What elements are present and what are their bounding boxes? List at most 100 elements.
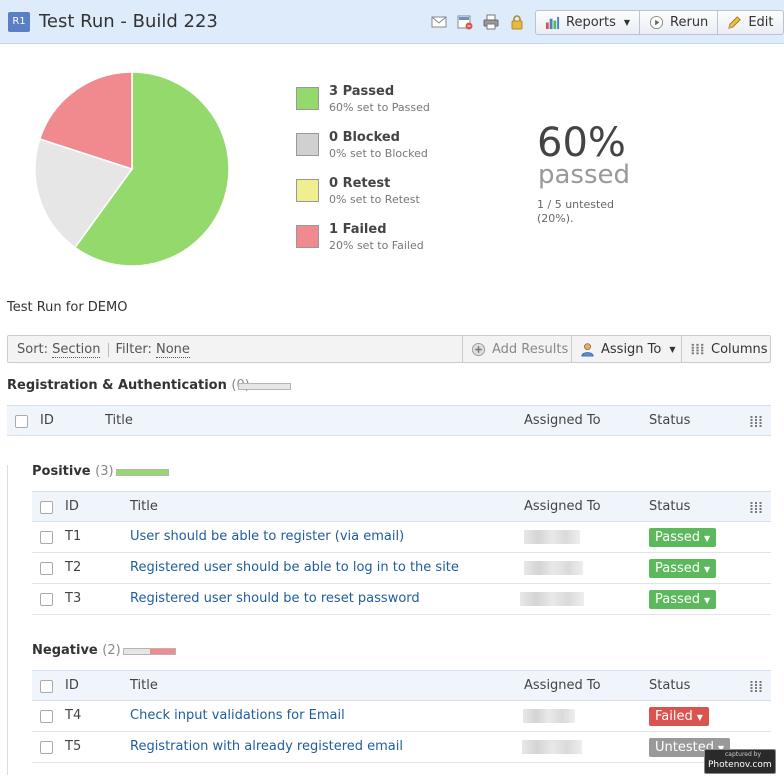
- status-label: Passed: [655, 561, 701, 576]
- progress-segment: [124, 649, 150, 654]
- case-title-link[interactable]: Registered user should be able to log in…: [130, 560, 459, 575]
- select-all-checkbox[interactable]: [40, 501, 53, 514]
- chevron-down-icon: ▼: [623, 18, 631, 27]
- legend-blocked: 0 Blocked 0% set to Blocked: [296, 130, 496, 169]
- column-settings-icon[interactable]: [750, 681, 762, 692]
- print-icon[interactable]: [483, 14, 499, 30]
- add-results-button[interactable]: Add Results: [462, 336, 576, 362]
- edit-button[interactable]: Edit: [718, 11, 782, 34]
- positive-table-header: ID Title Assigned To Status: [32, 491, 771, 522]
- lock-icon[interactable]: [509, 14, 525, 30]
- case-title-link[interactable]: Registration with already registered ema…: [130, 739, 403, 754]
- legend-swatch: [296, 225, 319, 248]
- assignee-redacted: [523, 709, 575, 723]
- case-id: T5: [65, 739, 82, 754]
- legend-count: 1 Failed: [329, 222, 387, 237]
- table-row: T1 User should be able to register (via …: [32, 522, 771, 553]
- group-title-positive: Positive (3): [32, 464, 114, 479]
- group-progress-bar: [123, 648, 176, 655]
- section-progress-bar: [238, 383, 291, 390]
- case-title-link[interactable]: Check input validations for Email: [130, 708, 345, 723]
- case-title-link[interactable]: User should be able to register (via ema…: [130, 529, 404, 544]
- legend-detail: 0% set to Blocked: [329, 147, 428, 160]
- columns-button[interactable]: Columns: [681, 336, 776, 362]
- sort-filter-bar: Sort: Section Filter: None: [17, 342, 190, 358]
- assignee-redacted: [524, 530, 580, 544]
- chevron-down-icon: ▼: [704, 565, 711, 574]
- col-id: ID: [65, 678, 79, 693]
- email-icon[interactable]: [431, 14, 447, 30]
- case-id: T2: [65, 560, 82, 575]
- pass-percentage: 60%: [537, 120, 626, 166]
- row-checkbox[interactable]: [40, 531, 53, 544]
- row-checkbox[interactable]: [40, 562, 53, 575]
- progress-segment: [117, 470, 168, 475]
- col-id: ID: [65, 499, 79, 514]
- page-title: Test Run - Build 223: [39, 11, 218, 32]
- group-count: (3): [95, 464, 114, 479]
- group-progress-bar: [116, 469, 169, 476]
- progress-segment: [149, 649, 175, 654]
- column-settings-icon[interactable]: [750, 502, 762, 513]
- legend-count: 0 Retest: [329, 176, 391, 191]
- legend-swatch: [296, 133, 319, 156]
- pencil-icon: [728, 16, 742, 29]
- col-status: Status: [649, 499, 691, 514]
- group-indent-line: [7, 465, 8, 775]
- run-badge: R1: [8, 12, 30, 32]
- legend-detail: 0% set to Retest: [329, 193, 420, 206]
- section-name: Registration & Authentication: [7, 378, 227, 393]
- status-label: Passed: [655, 530, 701, 545]
- run-description: Test Run for DEMO: [7, 300, 128, 315]
- status-dropdown[interactable]: Passed ▼: [649, 528, 717, 547]
- legend-detail: 60% set to Passed: [329, 101, 430, 114]
- col-assigned-to: Assigned To: [524, 413, 601, 428]
- legend-detail: 20% set to Failed: [329, 239, 424, 252]
- watermark-bottom-text: Photenov.com: [708, 760, 772, 770]
- filter-link[interactable]: None: [155, 342, 190, 358]
- select-all-checkbox[interactable]: [15, 415, 28, 428]
- legend-swatch: [296, 179, 319, 202]
- case-id: T4: [65, 708, 82, 723]
- col-title: Title: [130, 499, 158, 514]
- legend-swatch: [296, 87, 319, 110]
- col-title: Title: [130, 678, 158, 693]
- status-dropdown[interactable]: Passed ▼: [649, 559, 717, 578]
- rerun-label: Rerun: [670, 15, 709, 30]
- status-label: Passed: [655, 592, 701, 607]
- table-row: T4 Check input validations for Email Fai…: [32, 701, 771, 732]
- status-dropdown[interactable]: Failed ▼: [649, 707, 709, 726]
- edit-label: Edit: [748, 15, 774, 30]
- col-assigned-to: Assigned To: [524, 499, 601, 514]
- table-row: T2 Registered user should be able to log…: [32, 553, 771, 584]
- table-row: T5 Registration with already registered …: [32, 732, 771, 763]
- select-all-checkbox[interactable]: [40, 680, 53, 693]
- reports-button[interactable]: Reports ▼: [536, 11, 641, 34]
- legend-retest: 0 Retest 0% set to Retest: [296, 176, 496, 215]
- negative-table-header: ID Title Assigned To Status: [32, 670, 771, 701]
- add-results-label: Add Results: [492, 341, 569, 357]
- status-dropdown[interactable]: Passed ▼: [649, 590, 717, 609]
- export-icon[interactable]: [457, 14, 473, 30]
- legend-count: 0 Blocked: [329, 130, 400, 145]
- status-label: Failed: [655, 709, 693, 724]
- chevron-down-icon: ▼: [704, 534, 711, 543]
- row-checkbox[interactable]: [40, 741, 53, 754]
- case-title-link[interactable]: Registered user should be to reset passw…: [130, 591, 420, 606]
- col-assigned-to: Assigned To: [524, 678, 601, 693]
- group-count: (2): [102, 643, 121, 658]
- column-settings-icon[interactable]: [750, 416, 762, 427]
- sort-link[interactable]: Section: [52, 342, 101, 358]
- rerun-button[interactable]: Rerun: [640, 11, 719, 34]
- results-pie-chart: [34, 71, 230, 267]
- group-name: Positive: [32, 464, 91, 479]
- section-table-header: ID Title Assigned To Status: [7, 405, 771, 436]
- legend-failed: 1 Failed 20% set to Failed: [296, 222, 496, 261]
- assign-to-button[interactable]: Assign To ▼: [571, 336, 684, 362]
- col-status: Status: [649, 413, 691, 428]
- col-id: ID: [40, 413, 54, 428]
- chevron-down-icon: ▼: [704, 596, 711, 605]
- section-title: Registration & Authentication (0): [7, 378, 250, 393]
- row-checkbox[interactable]: [40, 710, 53, 723]
- row-checkbox[interactable]: [40, 593, 53, 606]
